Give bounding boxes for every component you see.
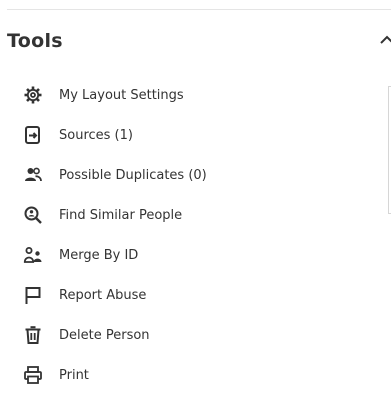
people-icon	[22, 164, 44, 186]
gear-icon	[22, 84, 44, 106]
menu-item-label: Report Abuse	[59, 287, 147, 303]
search-person-icon	[22, 204, 44, 226]
flag-icon	[22, 284, 44, 306]
trash-icon	[22, 324, 44, 346]
printer-icon	[22, 364, 44, 386]
menu-item-label: Merge By ID	[59, 247, 139, 263]
menu-item-label: My Layout Settings	[59, 87, 184, 103]
menu-item-find-similar-people[interactable]: Find Similar People	[22, 201, 352, 229]
menu-item-label: Find Similar People	[59, 207, 183, 223]
menu-item-my-layout-settings[interactable]: My Layout Settings	[22, 81, 352, 109]
menu-item-delete-person[interactable]: Delete Person	[22, 321, 352, 349]
merge-icon	[22, 244, 44, 266]
source-icon	[22, 124, 44, 146]
menu-item-sources[interactable]: Sources (1)	[22, 121, 352, 149]
menu-item-print[interactable]: Print	[22, 361, 352, 389]
menu-item-label: Delete Person	[59, 327, 150, 343]
menu-item-label: Sources (1)	[59, 127, 133, 143]
menu-item-merge-by-id[interactable]: Merge By ID	[22, 241, 352, 269]
menu-item-label: Possible Duplicates (0)	[59, 167, 207, 183]
menu-item-possible-duplicates[interactable]: Possible Duplicates (0)	[22, 161, 352, 189]
menu-item-label: Print	[59, 367, 89, 383]
menu-item-report-abuse[interactable]: Report Abuse	[22, 281, 352, 309]
tools-menu: My Layout Settings Sources (1) Possible …	[0, 0, 391, 400]
